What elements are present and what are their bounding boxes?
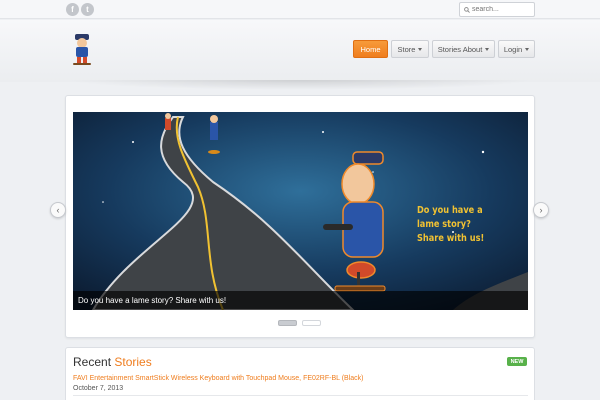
nav-store-label: Store — [397, 44, 416, 54]
nav-store[interactable]: Store — [391, 40, 429, 58]
facebook-icon[interactable]: f — [66, 3, 79, 16]
nav-home[interactable]: Home — [353, 40, 388, 58]
twitter-icon[interactable]: t — [81, 3, 94, 16]
chevron-down-icon — [485, 47, 490, 51]
chevron-right-icon: › — [539, 205, 543, 215]
nav-stories-about[interactable]: Stories About — [432, 40, 495, 58]
nav-login[interactable]: Login — [498, 40, 535, 58]
slide-headline: Do you have a lame story? Share with us! — [417, 205, 485, 244]
slide-image[interactable]: Do you have a lame story? Share with us!… — [73, 112, 528, 310]
slide-caption: Do you have a lame story? Share with us! — [73, 291, 528, 310]
chevron-down-icon — [525, 47, 530, 51]
slider-next-button[interactable]: › — [533, 202, 549, 218]
recent-stories-heading: Recent Stories — [73, 355, 152, 369]
slider-dot-2[interactable] — [302, 320, 321, 326]
nav-stories-about-label: Stories About — [437, 44, 483, 54]
header-shadow — [65, 80, 535, 90]
new-badge: NEW — [507, 357, 527, 366]
chevron-down-icon — [418, 47, 423, 51]
search-icon — [464, 6, 470, 13]
slider-dot-1[interactable] — [278, 320, 297, 326]
chevron-left-icon: ‹ — [56, 205, 60, 215]
story-date: October 7, 2013 — [73, 385, 124, 392]
story-divider — [73, 395, 528, 396]
search-input[interactable] — [472, 6, 532, 13]
slider-prev-button[interactable]: ‹ — [50, 202, 66, 218]
search-box[interactable] — [459, 2, 535, 17]
nav-login-label: Login — [503, 44, 523, 54]
story-title-link[interactable]: FAVI Entertainment SmartStick Wireless K… — [73, 375, 363, 382]
site-logo[interactable] — [70, 32, 94, 66]
